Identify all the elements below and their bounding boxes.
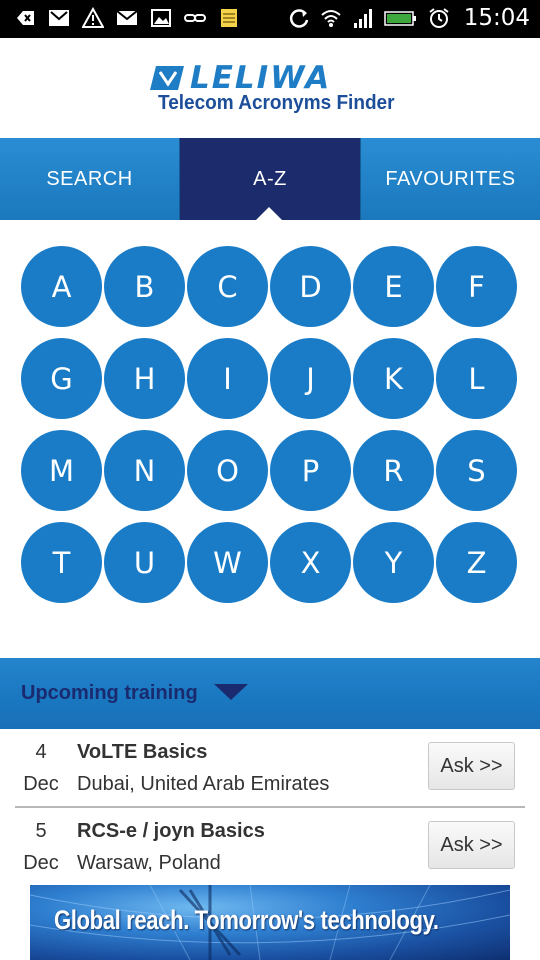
expand-caret-icon[interactable]: [214, 684, 248, 700]
training-day: 4: [35, 741, 47, 763]
letter-button-w[interactable]: W: [187, 522, 268, 603]
leliwa-logo: LELIWA Telecom Acronyms Finder: [150, 60, 395, 132]
letter-button-o[interactable]: O: [187, 430, 268, 511]
system-icons: 15:04: [288, 5, 530, 31]
letter-button-i[interactable]: I: [187, 338, 268, 419]
clock-time: 15:04: [463, 5, 530, 31]
app-subtitle: Telecom Acronyms Finder: [158, 92, 395, 114]
battery-icon: [383, 11, 416, 26]
wifi-icon: [321, 10, 341, 27]
letter-grid: ABCDEF GHIJKL MNOPRS TUWXYZ: [21, 246, 521, 603]
sync-icon: [289, 9, 308, 28]
alarm-icon: [429, 8, 449, 28]
warning-icon: [82, 7, 104, 28]
back-icon: [17, 11, 34, 25]
letter-button-d[interactable]: D: [270, 246, 351, 327]
upcoming-training-title: Upcoming training: [21, 682, 198, 704]
upcoming-training-header[interactable]: Upcoming training: [0, 658, 540, 729]
letter-button-b[interactable]: B: [104, 246, 185, 327]
letter-button-y[interactable]: Y: [353, 522, 434, 603]
letter-button-f[interactable]: F: [436, 246, 517, 327]
letter-button-k[interactable]: K: [353, 338, 434, 419]
training-month: Dec: [23, 852, 59, 874]
status-bar: 15:04: [0, 0, 540, 38]
letter-button-g[interactable]: G: [21, 338, 102, 419]
ask-button[interactable]: Ask >>: [428, 742, 515, 790]
training-day: 5: [35, 820, 47, 842]
signal-icon: [353, 9, 372, 28]
notification-icons: [14, 7, 240, 29]
letter-button-m[interactable]: M: [21, 430, 102, 511]
brand-name: LELIWA: [190, 60, 332, 96]
training-course: RCS-e / joyn Basics: [77, 820, 265, 842]
training-place: Warsaw, Poland: [77, 852, 221, 874]
training-item: 5 Dec RCS-e / joyn Basics Warsaw, Poland…: [15, 808, 525, 887]
active-tab-pointer: [255, 207, 283, 221]
training-item: 4 Dec VoLTE Basics Dubai, United Arab Em…: [15, 729, 525, 808]
letter-button-t[interactable]: T: [21, 522, 102, 603]
letter-button-r[interactable]: R: [353, 430, 434, 511]
letter-button-c[interactable]: C: [187, 246, 268, 327]
advertisement-banner[interactable]: Global reach. Tomorrow's technology.: [30, 885, 510, 960]
image-icon: [151, 9, 171, 27]
note-icon: [221, 9, 237, 27]
link-icon: [184, 14, 206, 22]
training-course: VoLTE Basics: [77, 741, 208, 763]
letter-button-l[interactable]: L: [436, 338, 517, 419]
app-header: LELIWA Telecom Acronyms Finder: [0, 38, 540, 138]
letter-button-p[interactable]: P: [270, 430, 351, 511]
letter-button-j[interactable]: J: [270, 338, 351, 419]
banner-text: Global reach. Tomorrow's technology.: [54, 905, 439, 935]
letter-button-h[interactable]: H: [104, 338, 185, 419]
letter-button-a[interactable]: A: [21, 246, 102, 327]
tab-favourites[interactable]: FAVOURITES: [361, 138, 540, 220]
gmail-icon: [49, 10, 69, 26]
tab-search[interactable]: SEARCH: [0, 138, 180, 220]
letter-button-u[interactable]: U: [104, 522, 185, 603]
letter-button-x[interactable]: X: [270, 522, 351, 603]
training-month: Dec: [23, 773, 59, 795]
letter-button-s[interactable]: S: [436, 430, 517, 511]
letter-button-n[interactable]: N: [104, 430, 185, 511]
letter-button-z[interactable]: Z: [436, 522, 517, 603]
training-place: Dubai, United Arab Emirates: [77, 773, 330, 795]
mail-icon: [116, 10, 138, 25]
logo-mark-icon: [150, 66, 184, 90]
letter-button-e[interactable]: E: [353, 246, 434, 327]
ask-button[interactable]: Ask >>: [428, 821, 515, 869]
